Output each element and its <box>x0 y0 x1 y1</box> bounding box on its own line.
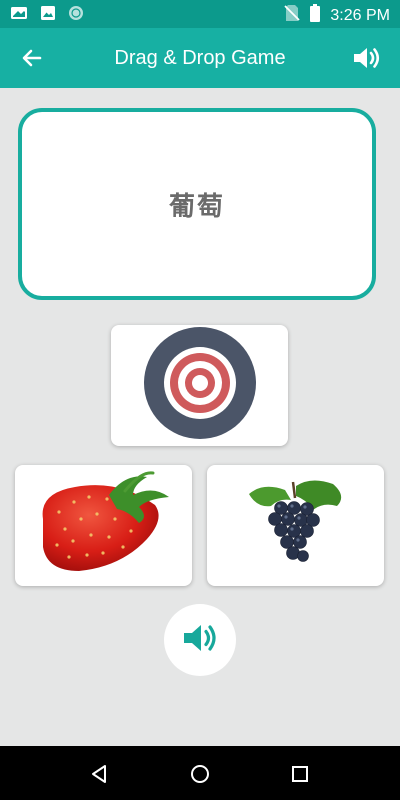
no-sim-icon <box>284 4 301 27</box>
recents-icon[interactable] <box>289 763 311 785</box>
speaker-icon <box>180 618 220 663</box>
grapes-image <box>241 478 351 573</box>
sync-icon <box>68 5 84 26</box>
drop-target-card[interactable] <box>111 325 288 446</box>
grapes-option-card[interactable] <box>207 465 384 586</box>
home-icon[interactable] <box>189 763 211 785</box>
target-icon <box>143 326 257 445</box>
system-nav-bar <box>0 746 400 800</box>
page-title: Drag & Drop Game <box>114 47 286 69</box>
strawberry-image <box>29 467 179 584</box>
word-card: 葡萄 <box>18 108 376 300</box>
speaker-icon[interactable] <box>350 42 382 74</box>
app-bar: Drag & Drop Game <box>0 28 400 88</box>
image-icon <box>40 5 56 26</box>
status-bar: 3:26 PM <box>0 0 400 28</box>
target-word: 葡萄 <box>168 190 225 221</box>
battery-icon <box>310 4 321 27</box>
back-icon[interactable] <box>89 763 111 785</box>
notification-icon <box>10 5 28 26</box>
strawberry-option-card[interactable] <box>15 465 192 586</box>
status-time: 3:26 PM <box>330 6 390 24</box>
play-sound-button[interactable] <box>164 604 236 676</box>
